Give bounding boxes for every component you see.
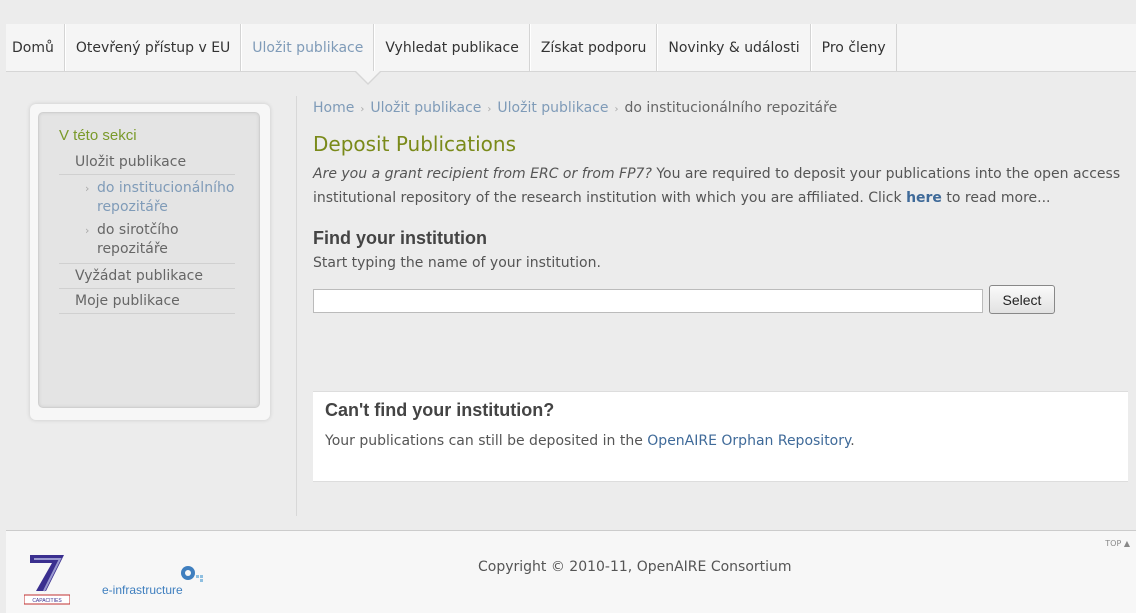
nav-item-open-access-eu[interactable]: Otevřený přístup v EU	[64, 24, 242, 71]
chevron-right-icon: ›	[85, 224, 90, 237]
orphan-text-end: .	[850, 433, 855, 449]
find-institution-heading: Find your institution	[313, 228, 487, 248]
orphan-text-start: Your publications can still be deposited…	[325, 433, 648, 449]
nav-item-find-publications[interactable]: Vyhledat publikace	[374, 24, 530, 71]
e-infrastructure-icon	[181, 566, 203, 582]
orphan-repository-link[interactable]: OpenAIRE Orphan Repository	[647, 433, 850, 449]
breadcrumb-current: do institucionálního repozitáře	[624, 100, 838, 116]
breadcrumb-separator-icon: ›	[614, 104, 619, 115]
breadcrumb-separator-icon: ›	[360, 104, 365, 115]
breadcrumb-deposit-publications[interactable]: Uložit publikace	[370, 100, 481, 116]
sidebar-item-request-publications[interactable]: Vyžádat publikace	[59, 264, 235, 289]
intro-question: Are you a grant recipient from ERC or fr…	[313, 166, 652, 182]
main-navigation: Domů Otevřený přístup v EU Uložit publik…	[6, 24, 1136, 72]
sidebar-panel: V této sekci Uložit publikace › do insti…	[30, 104, 270, 420]
nav-item-for-members[interactable]: Pro členy	[810, 24, 897, 71]
find-institution-hint: Start typing the name of your institutio…	[313, 255, 601, 271]
institution-search-row: Select	[313, 285, 1128, 317]
fp7-capacities-logo: CAPACITIES	[24, 555, 70, 605]
back-to-top-link[interactable]: TOP ▲	[1105, 539, 1130, 548]
read-more-link[interactable]: here	[906, 190, 942, 206]
sidebar-item-orphan-repository[interactable]: › do sirotčího repozitáře	[59, 217, 235, 264]
sidebar-item-institutional-repository[interactable]: › do institucionálního repozitáře	[59, 175, 249, 217]
orphan-text: Your publications can still be deposited…	[325, 433, 1116, 449]
main-content: Home › Uložit publikace › Uložit publikace › d…	[313, 96, 1128, 317]
nav-item-news-events[interactable]: Novinky & události	[657, 24, 811, 71]
nav-item-home[interactable]: Domů	[6, 24, 65, 71]
e-infrastructure-label: e-infrastructure	[102, 583, 183, 597]
intro-end: to read more...	[941, 190, 1051, 206]
breadcrumb-deposit-publications-sub[interactable]: Uložit publikace	[497, 100, 608, 116]
sidebar-item-label: do sirotčího repozitáře	[97, 222, 179, 257]
capacities-label: CAPACITIES	[32, 598, 62, 604]
sidebar-item-label: do institucionálního repozitáře	[97, 180, 235, 215]
sidebar-title: V této sekci	[59, 127, 137, 144]
breadcrumb-separator-icon: ›	[487, 104, 492, 115]
page-title: Deposit Publications	[313, 132, 516, 156]
orphan-repository-box: Can't find your institution? Your public…	[313, 391, 1128, 482]
sidebar-item-my-publications[interactable]: Moje publikace	[59, 289, 235, 314]
orphan-heading: Can't find your institution?	[325, 400, 555, 420]
nav-item-deposit-publications[interactable]: Uložit publikace	[241, 24, 375, 71]
intro-paragraph: Are you a grant recipient from ERC or fr…	[313, 162, 1128, 210]
nav-item-get-support[interactable]: Získat podporu	[529, 24, 658, 71]
chevron-right-icon: ›	[85, 182, 90, 195]
select-button[interactable]: Select	[989, 285, 1055, 314]
sidebar-inner: V této sekci Uložit publikace › do insti…	[38, 112, 260, 408]
vertical-divider	[296, 96, 297, 516]
active-nav-pointer	[356, 71, 380, 83]
copyright-text: Copyright © 2010-11, OpenAIRE Consortium	[478, 559, 792, 575]
institution-search-input[interactable]	[313, 289, 983, 313]
breadcrumb: Home › Uložit publikace › Uložit publikace › d…	[313, 96, 1128, 120]
sidebar-item-deposit-publications[interactable]: Uložit publikace	[59, 150, 235, 175]
e-infrastructure-logo: e-infrastructure	[102, 561, 232, 607]
footer: Copyright © 2010-11, OpenAIRE Consortium…	[6, 530, 1136, 613]
breadcrumb-home[interactable]: Home	[313, 100, 354, 116]
